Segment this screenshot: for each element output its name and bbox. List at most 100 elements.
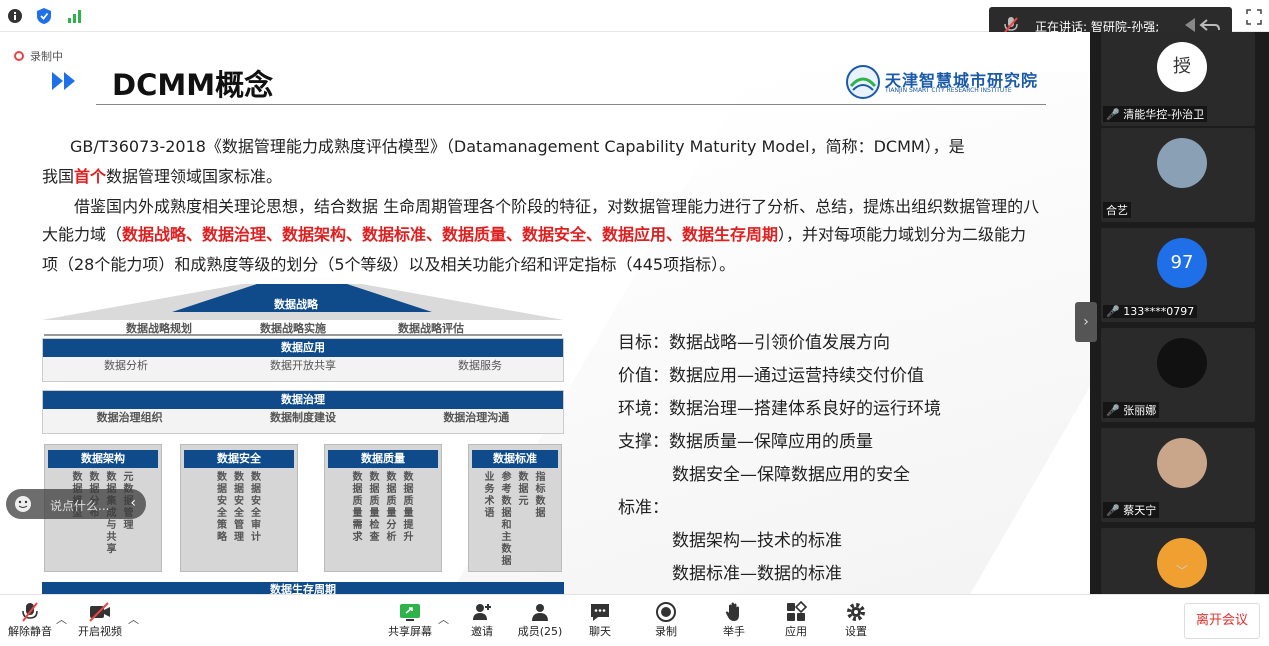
record-button[interactable]: 录制	[636, 599, 696, 645]
para2-line-a: 借鉴国内外成熟度相关理论思想，结合数据 生命周期管理各个阶段的特征，对数据管理能…	[74, 197, 1040, 216]
unmute-button[interactable]: 解除静音	[0, 599, 60, 645]
para1-post: 数据管理领域国家标准。	[106, 167, 283, 186]
record-dot-icon	[14, 51, 24, 61]
participant-tile[interactable]: 🎤 张丽娜	[1101, 328, 1255, 422]
para2-line-c: 项（28个能力项）和成熟度等级的划分（5个等级）以及相关功能介绍和评定指标（44…	[42, 255, 736, 274]
record-label: 录制	[655, 625, 677, 638]
share-screen-label: 共享屏幕	[388, 625, 432, 638]
raise-hand-button[interactable]: 举手	[704, 599, 764, 645]
summary-item: 数据安全—保障数据应用的安全	[672, 465, 910, 485]
members-icon	[532, 604, 548, 621]
paragraph-2c: 项（28个能力项）和成熟度等级的划分（5个等级）以及相关功能介绍和评定指标（44…	[42, 250, 1052, 280]
paragraph-1: GB/T36073-2018《数据管理能力成熟度评估模型》（Datamanage…	[42, 132, 1052, 162]
info-icon[interactable]	[6, 7, 24, 25]
recording-label: 录制中	[30, 50, 63, 63]
comment-placeholder: 说点什么...	[50, 499, 110, 513]
start-video-button[interactable]: 开启视频	[70, 599, 130, 645]
chat-button[interactable]: 聊天	[570, 599, 630, 645]
apps-icon	[787, 601, 807, 621]
paragraph-2b: 大能力域（数据战略、数据治理、数据架构、数据标准、数据质量、数据安全、数据应用、…	[42, 220, 1052, 250]
summary-item: 数据标准—数据的标准	[672, 564, 842, 584]
participant-name-text: 张丽娜	[1123, 404, 1157, 417]
comment-input[interactable]: 说点什么... ‹	[6, 489, 146, 519]
participants-panel: ︿ 授 🎤 清能华控-孙治卫 合艺 97 🎤 133****0797 🎤 张丽娜…	[1090, 32, 1269, 594]
roof-baseline	[44, 334, 562, 336]
column-title: 数据安全	[184, 450, 294, 468]
gear-icon	[847, 603, 865, 621]
meeting-toolbar: 解除静音 ︿ 开启视频 ︿ 共享屏幕 ︿ 邀请 成员(25) 聊天 录制 举手 …	[0, 594, 1269, 646]
camera-off-icon	[89, 602, 110, 622]
signal-icon[interactable]	[66, 7, 84, 25]
band-item: 数据开放共享	[270, 359, 336, 372]
column-item: 数据安全策略	[217, 472, 227, 543]
fullscreen-icon[interactable]	[1245, 8, 1263, 26]
band-data-governance: 数据治理 数据治理组织 数据制度建设 数据治理沟通	[42, 390, 564, 434]
participant-name: 🎤 133****0797	[1103, 305, 1198, 318]
apps-button[interactable]: 应用	[766, 599, 826, 645]
chevron-down-icon[interactable]: ﹀	[1176, 562, 1188, 579]
band-item: 数据治理组织	[96, 411, 163, 424]
column-data-security: 数据安全 数据安全策略 数据安全管理 数据安全审计	[180, 444, 298, 572]
avatar: 授	[1157, 42, 1207, 92]
participant-name: 🎤 蔡天宁	[1103, 502, 1160, 518]
participant-tile[interactable]	[1101, 528, 1255, 594]
unmute-label: 解除静音	[8, 625, 52, 638]
settings-button[interactable]: 设置	[826, 599, 886, 645]
summary-item: 价值：数据应用—通过运营持续交付价值	[618, 366, 924, 386]
muted-mic-icon: 🎤	[1106, 504, 1124, 517]
participant-name: 🎤 张丽娜	[1103, 402, 1160, 418]
column-item: 数据质量需求	[352, 472, 363, 543]
column-item: 参考数据和主数据	[501, 472, 512, 567]
record-icon	[656, 602, 676, 622]
column-item: 数据元	[518, 472, 529, 507]
summary-item: 环境：数据治理—搭建体系良好的运行环境	[618, 399, 941, 419]
chevron-up-icon[interactable]: ︿	[56, 611, 67, 627]
hand-icon	[725, 602, 739, 621]
collapse-panel-button[interactable]: ›	[1075, 302, 1097, 342]
chat-icon	[591, 604, 609, 621]
column-title: 数据架构	[48, 450, 158, 468]
band-item: 数据分析	[104, 359, 148, 372]
summary-item: 支撑：数据质量—保障应用的质量	[618, 432, 873, 452]
chevron-up-icon[interactable]: ︿	[128, 611, 139, 627]
column-title: 数据标准	[471, 450, 559, 468]
invite-button[interactable]: 邀请	[452, 599, 512, 645]
recording-indicator: 录制中	[14, 48, 63, 64]
dcmm-house-diagram: 数据战略 数据战略规划 数据战略实施 数据战略评估 数据应用 数据分析 数据开放…	[42, 282, 564, 594]
members-button[interactable]: 成员(25)	[510, 599, 570, 645]
shield-icon[interactable]	[35, 7, 53, 25]
band-lifecycle: 数据生存周期	[42, 582, 564, 594]
shared-slide: 录制中 DCMM概念 天津智慧城市研究院 TIANJIN SMART CITY …	[0, 32, 1090, 594]
share-screen-button[interactable]: 共享屏幕	[380, 599, 440, 645]
raise-hand-label: 举手	[723, 625, 745, 638]
participant-tile[interactable]: 97 🎤 133****0797	[1101, 228, 1255, 322]
muted-mic-icon: 🎤	[1106, 108, 1124, 121]
invite-label: 邀请	[471, 625, 493, 638]
summary-item: 标准：	[618, 498, 669, 518]
avatar	[1157, 438, 1207, 488]
leave-meeting-button[interactable]: 离开会议	[1184, 603, 1260, 639]
column-item: 数据质量检查	[369, 472, 380, 543]
para1-highlight: 首个	[74, 167, 107, 186]
column-title: 数据质量	[328, 450, 438, 468]
participant-tile[interactable]: 授 🎤 清能华控-孙治卫	[1101, 32, 1255, 126]
para2-pre: 大能力域（	[42, 225, 123, 244]
title-divider	[96, 104, 1046, 105]
participant-name-text: 133****0797	[1123, 305, 1195, 318]
chevron-left-icon[interactable]: ‹	[130, 495, 136, 511]
participant-tile[interactable]: 🎤 蔡天宁	[1101, 428, 1255, 522]
column-item: 数据质量分析	[386, 472, 397, 543]
emoji-icon[interactable]	[14, 495, 32, 513]
para1-pre: 我国	[42, 167, 75, 186]
column-item: 指标数据	[535, 472, 546, 519]
band-row: 数据治理组织 数据制度建设 数据治理沟通	[43, 409, 563, 427]
participant-name: 合艺	[1103, 202, 1131, 218]
column-item: 数据质量提升	[403, 472, 414, 543]
slide-title: DCMM概念	[112, 68, 274, 102]
participant-name-text: 蔡天宁	[1123, 504, 1157, 517]
roof-title: 数据战略	[274, 298, 318, 311]
chevron-up-icon[interactable]: ︿	[438, 611, 449, 627]
participant-tile[interactable]: 合艺	[1101, 128, 1255, 222]
column-data-quality: 数据质量 数据质量需求 数据质量检查 数据质量分析 数据质量提升	[324, 444, 442, 572]
band-data-application: 数据应用 数据分析 数据开放共享 数据服务	[42, 338, 564, 382]
